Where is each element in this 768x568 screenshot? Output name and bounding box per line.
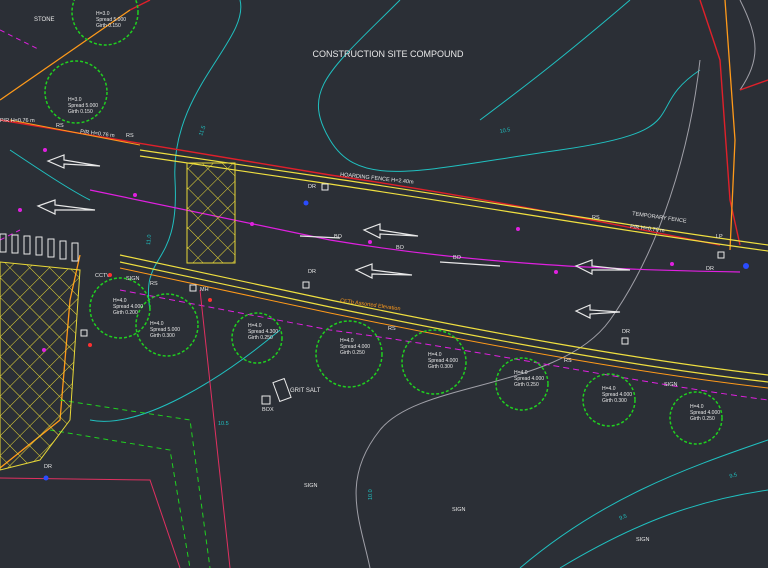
tree-annotation-9: H=4.0 Spread 4.000 Girth 0.300	[602, 386, 632, 404]
box-label: BOX	[262, 407, 274, 413]
svg-text:10.5: 10.5	[218, 421, 229, 427]
hoarding-fence-label: HOARDING FENCE H=2.40m	[340, 172, 414, 186]
mh-label: MH	[200, 287, 209, 293]
svg-text:Girth 0.200: Girth 0.200	[113, 310, 138, 316]
svg-text:Girth 0.300: Girth 0.300	[150, 333, 175, 339]
contour-lines	[9, 0, 768, 568]
site-features	[80, 183, 725, 405]
pr-fence-label-left: P/R H=0.76 m	[0, 118, 35, 124]
svg-text:11.5: 11.5	[198, 125, 207, 137]
rs-label-4: RS	[388, 326, 396, 332]
bo-label-1: BO	[334, 234, 343, 240]
arrow-3	[354, 263, 413, 279]
cctv-label: CCTV	[95, 273, 110, 279]
hatched-crossing	[0, 162, 236, 471]
tree-annotation-10: H=4.0 Spread 4.000 Girth 0.250	[690, 404, 720, 422]
trees	[44, 0, 723, 445]
tree-annotation-8: H=4.0 Spread 4.000 Girth 0.250	[514, 370, 544, 388]
lp-label: LP	[716, 234, 723, 240]
sign-label-3: SIGN	[636, 537, 649, 543]
svg-text:Girth 0.150: Girth 0.150	[96, 23, 121, 29]
svg-text:Girth 0.250: Girth 0.250	[248, 335, 273, 341]
stone-label: STONE	[34, 17, 55, 23]
svg-text:Girth 0.300: Girth 0.300	[428, 364, 453, 370]
site-plan: CONSTRUCTION SITE COMPOUND STONE HOARDIN…	[0, 0, 768, 568]
svg-text:Girth 0.300: Girth 0.300	[602, 398, 627, 404]
zebra-crossing	[0, 233, 79, 262]
bo-label-2: BO	[396, 245, 405, 251]
svg-text:9.5: 9.5	[619, 514, 628, 522]
grey-contour	[355, 59, 701, 568]
site-title: CONSTRUCTION SITE COMPOUND	[312, 49, 464, 59]
tree-annotation-2: H=3.0 Spread 5.000 Girth 0.150	[68, 97, 98, 115]
svg-text:Girth 0.150: Girth 0.150	[68, 109, 93, 115]
svg-text:Girth 0.250: Girth 0.250	[690, 416, 715, 422]
temporary-fence-label: TEMPORARY FENCE	[632, 211, 687, 225]
cad-drawing: CONSTRUCTION SITE COMPOUND STONE HOARDIN…	[0, 0, 768, 568]
sign-label-2: SIGN	[452, 507, 465, 513]
sign-label-5: SIGN	[126, 276, 139, 282]
rs-label-2: RS	[56, 123, 64, 129]
sign-label-1: SIGN	[304, 483, 317, 489]
svg-text:11.0: 11.0	[146, 234, 153, 245]
svg-text:10.5: 10.5	[499, 127, 511, 135]
dr-label-5: DR	[44, 464, 52, 470]
arrow-1	[36, 199, 96, 215]
green-dashed	[49, 399, 211, 568]
arrow-6	[46, 154, 101, 169]
grey-contour-2	[739, 0, 756, 91]
tree-annotation-5: H=4.0 Spread 4.300 Girth 0.250	[248, 323, 278, 341]
arrow-5	[574, 304, 621, 319]
dr-label-2: DR	[308, 269, 316, 275]
tree-annotation-3: H=4.0 Spread 4.000 Girth 0.200	[113, 298, 143, 316]
svg-text:9.5: 9.5	[729, 472, 738, 480]
tree-annotation-7: H=4.0 Spread 4.000 Girth 0.300	[428, 352, 458, 370]
dr-label-3: DR	[622, 329, 630, 335]
grit-salt-label: GRIT SALT	[290, 388, 321, 394]
tree-annotation-4: H=4.0 Spread 5.000 Girth 0.300	[150, 321, 180, 339]
rs-label-3: RS	[592, 215, 600, 221]
rs-label-6: RS	[150, 281, 158, 287]
pr-fence-label-top: P/R H=0.76 m	[80, 129, 116, 139]
arrow-2	[362, 223, 419, 239]
rs-label-1: RS	[126, 133, 134, 139]
bo-label-3: BO	[453, 255, 462, 261]
dr-label-4: DR	[706, 266, 714, 272]
sign-label-4: SIGN	[664, 382, 677, 388]
svg-text:Girth 0.250: Girth 0.250	[340, 350, 365, 356]
rs-label-5: RS	[564, 358, 572, 364]
dr-label-1: DR	[308, 184, 316, 190]
tree-annotation-1: H=3.0 Spread 5.000 Girth 0.150	[96, 11, 126, 29]
svg-text:Girth 0.250: Girth 0.250	[514, 382, 539, 388]
tree-annotation-6: H=4.0 Spread 4.000 Girth 0.250	[340, 338, 370, 356]
kerb-lines	[9, 119, 768, 389]
svg-text:10.0: 10.0	[368, 489, 374, 500]
compound-fence	[0, 0, 768, 246]
